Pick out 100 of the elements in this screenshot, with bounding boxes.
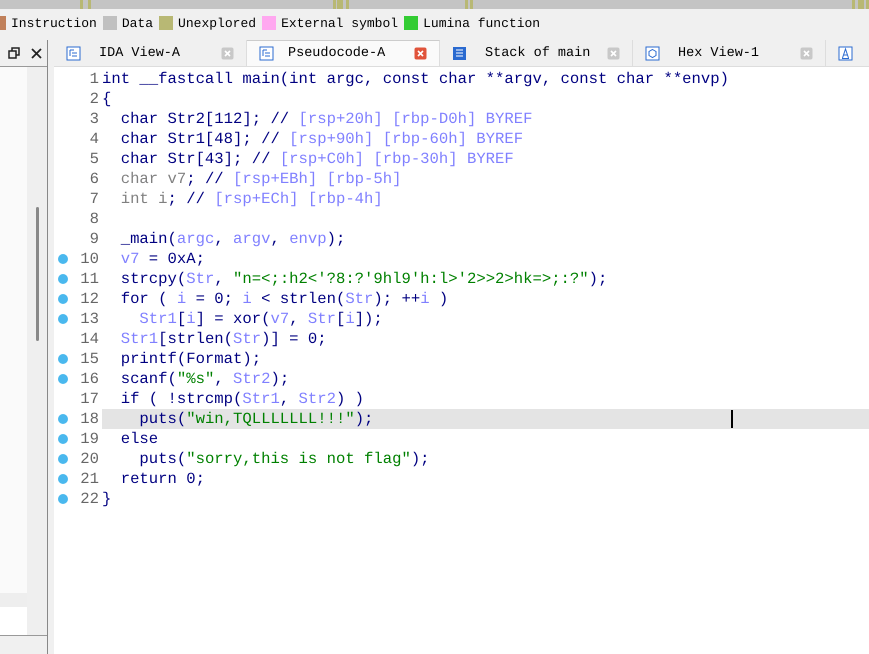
code-text: ); bbox=[270, 370, 290, 388]
line-number: 10 bbox=[80, 250, 99, 268]
code-text: return 0; bbox=[120, 470, 205, 488]
breakpoint-dot[interactable] bbox=[58, 254, 68, 264]
code-text: = 0xA; bbox=[148, 250, 205, 268]
scrollbar-thumb[interactable] bbox=[36, 207, 38, 341]
close-icon[interactable] bbox=[30, 48, 42, 58]
code-text: ) bbox=[438, 290, 448, 308]
code-variable: Str bbox=[345, 290, 374, 308]
breakpoint-dot[interactable] bbox=[58, 454, 68, 464]
breakpoint-dot[interactable] bbox=[58, 374, 68, 384]
tab[interactable]: IDA View-A bbox=[54, 40, 247, 66]
code-variable: Str bbox=[308, 310, 336, 328]
code-text: strcpy( bbox=[120, 270, 186, 288]
code-text: int i bbox=[120, 190, 168, 208]
code-text: , bbox=[214, 370, 225, 388]
code-string: "sorry,this is not flag" bbox=[186, 450, 411, 468]
code-text: char v7 bbox=[120, 170, 186, 188]
line-number: 9 bbox=[90, 230, 99, 248]
breakpoint-dot[interactable] bbox=[58, 274, 68, 284]
breakpoint-dot[interactable] bbox=[58, 414, 68, 424]
code-variable: argc bbox=[176, 230, 214, 248]
breakpoint-dot[interactable] bbox=[58, 354, 68, 364]
document-icon bbox=[66, 46, 81, 60]
code-text: _main( bbox=[120, 230, 177, 248]
code-text: puts( bbox=[138, 410, 186, 428]
code-variable: Str2 bbox=[233, 370, 270, 388]
code-text: ); bbox=[410, 450, 430, 468]
restore-icon[interactable] bbox=[8, 47, 20, 59]
code-text: < strlen( bbox=[260, 290, 346, 308]
legend-label: Instruction bbox=[11, 16, 97, 30]
code-variable: i bbox=[242, 290, 252, 308]
legend-label: Data bbox=[122, 16, 154, 30]
code-comment: [rsp+90h] [rbp-60h] BYREF bbox=[289, 130, 524, 148]
line-number: 14 bbox=[80, 330, 99, 348]
legend-label: Unexplored bbox=[178, 16, 256, 30]
code-variable: i bbox=[176, 290, 186, 308]
line-number: 19 bbox=[80, 430, 99, 448]
code-text: [ bbox=[176, 310, 186, 328]
code-variable: Str1 bbox=[120, 330, 158, 348]
code-text: } bbox=[102, 490, 112, 508]
code-text: )] = 0; bbox=[261, 330, 327, 348]
code-text: for ( bbox=[120, 290, 169, 308]
line-number: 17 bbox=[80, 390, 99, 408]
text-cursor bbox=[731, 410, 733, 428]
code-variable: envp bbox=[289, 230, 327, 248]
code-text: else bbox=[120, 430, 158, 448]
code-comment: [rsp+ECh] [rbp-4h] bbox=[214, 190, 383, 208]
code-variable: v7 bbox=[270, 310, 290, 328]
code-text: ] = xor( bbox=[196, 310, 270, 328]
code-text: { bbox=[102, 90, 112, 108]
code-comment: [rsp+EBh] [rbp-5h] bbox=[233, 170, 402, 188]
code-text: [ bbox=[336, 310, 346, 328]
code-string: "%s" bbox=[176, 370, 214, 388]
breakpoint-dot[interactable] bbox=[58, 474, 68, 484]
code-text: char Str1[48]; // bbox=[120, 130, 281, 148]
code-text: ); bbox=[326, 230, 346, 248]
code-comment: [rsp+20h] [rbp-D0h] BYREF bbox=[298, 110, 532, 128]
document-icon bbox=[259, 46, 274, 61]
line-number: 21 bbox=[80, 470, 99, 488]
tab[interactable]: Pseudocode-A bbox=[247, 40, 440, 66]
breakpoint-dot[interactable] bbox=[58, 434, 68, 444]
code-text: if ( !strcmp( bbox=[120, 390, 242, 408]
code-variable: Str1 bbox=[242, 390, 280, 408]
code-text: , bbox=[214, 230, 225, 248]
code-comment: [rsp+C0h] [rbp-30h] BYREF bbox=[280, 150, 514, 168]
code-text: , bbox=[214, 270, 225, 288]
line-number: 18 bbox=[80, 410, 99, 428]
strings-icon[interactable] bbox=[838, 46, 853, 60]
line-number: 13 bbox=[80, 310, 99, 328]
code-text: , bbox=[280, 390, 290, 408]
code-variable: Str bbox=[233, 330, 262, 348]
line-number: 15 bbox=[80, 350, 99, 368]
code-text: ; // bbox=[168, 190, 206, 208]
code-text: int __fastcall main(int argc, const char **argv, const char **envp) bbox=[102, 70, 729, 88]
line-number: 11 bbox=[80, 270, 99, 288]
line-number: 4 bbox=[90, 130, 99, 148]
line-number: 1 bbox=[90, 70, 99, 88]
line-number: 5 bbox=[90, 150, 99, 168]
line-number: 3 bbox=[90, 110, 99, 128]
code-text: scanf( bbox=[120, 370, 177, 388]
code-text: char Str2[112]; // bbox=[120, 110, 290, 128]
code-string: "win,TQLLLLLLL!!!" bbox=[186, 410, 355, 428]
code-variable: Str1 bbox=[138, 310, 177, 328]
tab[interactable]: Hex View-1 bbox=[633, 40, 826, 66]
tab[interactable]: Stack of main bbox=[440, 40, 633, 66]
code-variable: v7 bbox=[120, 250, 140, 268]
legend-label: Lumina function bbox=[423, 16, 540, 30]
line-number: 22 bbox=[80, 490, 99, 508]
breakpoint-dot[interactable] bbox=[58, 294, 68, 304]
breakpoint-dot[interactable] bbox=[58, 494, 68, 504]
code-text: , bbox=[270, 230, 281, 248]
code-variable: Str2 bbox=[298, 390, 336, 408]
code-text: char Str[43]; // bbox=[120, 150, 272, 168]
stack-icon bbox=[452, 46, 467, 60]
code-variable: Str bbox=[186, 270, 214, 288]
breakpoint-dot[interactable] bbox=[58, 314, 68, 324]
code-variable: argv bbox=[233, 230, 270, 248]
line-number: 6 bbox=[90, 170, 99, 188]
code-text: [strlen( bbox=[158, 330, 234, 348]
